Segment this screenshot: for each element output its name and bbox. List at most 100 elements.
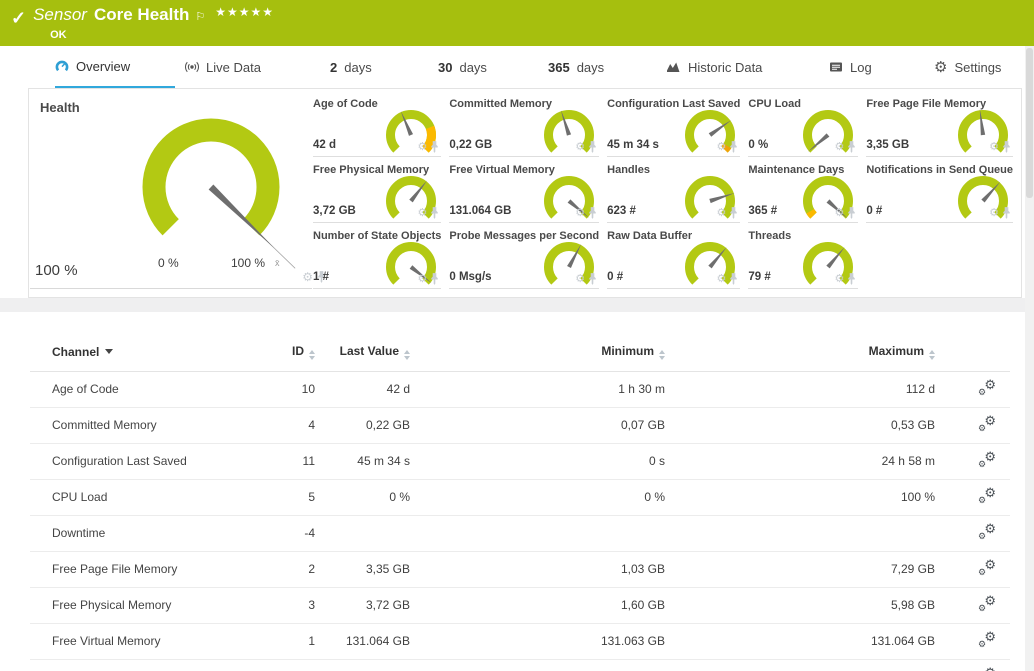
channel-name-cell[interactable]: Free Physical Memory (30, 588, 260, 624)
pin-icon[interactable] (729, 207, 738, 219)
gear-icon[interactable]: ⚙ (417, 274, 427, 285)
tab-bar: Overview Live Data 2 days 30 days 365 da… (0, 46, 1034, 88)
gear-icon[interactable]: ⚙ (717, 208, 727, 219)
mini-gauge-number-of-state-objects[interactable]: Number of State Objects 1 # ⚙ (313, 228, 441, 289)
pin-icon[interactable] (1002, 141, 1011, 153)
channel-name-cell[interactable]: Committed Memory (30, 408, 260, 444)
pin-icon[interactable] (847, 207, 856, 219)
channel-name-cell[interactable]: Free Virtual Memory (30, 624, 260, 660)
health-gauge-label: Health (40, 100, 80, 115)
tab-2-days[interactable]: 2 days (330, 46, 388, 88)
sort-desc-icon (105, 349, 113, 354)
pin-icon[interactable] (729, 273, 738, 285)
gear-icon[interactable]: ⚙ (575, 142, 585, 153)
mini-gauge-threads[interactable]: Threads 79 # ⚙ (748, 228, 858, 289)
gear-icon[interactable]: ⚙ (717, 142, 727, 153)
pin-icon[interactable] (430, 273, 439, 285)
column-header-id[interactable]: ID (260, 336, 315, 372)
channel-name-cell[interactable]: Age of Code (30, 372, 260, 408)
mini-gauge-probe-messages-per-second[interactable]: Probe Messages per Second 0 Msg/s ⚙ (449, 228, 599, 289)
channel-settings-icon[interactable]: ⚙⚙ (979, 560, 996, 575)
gear-icon[interactable]: ⚙ (302, 270, 313, 284)
channel-settings-icon[interactable]: ⚙⚙ (979, 416, 996, 431)
mini-gauge-committed-memory[interactable]: Committed Memory 0,22 GB ⚙ (449, 96, 599, 157)
mini-gauge-value: 131.064 GB (449, 205, 511, 217)
channel-name-cell[interactable]: Downtime (30, 516, 260, 552)
channel-minimum-cell: 1,60 GB (410, 588, 665, 624)
tab-overview[interactable]: Overview (55, 46, 175, 88)
channel-name-cell[interactable]: Free Page File Memory (30, 552, 260, 588)
channel-settings-icon[interactable]: ⚙⚙ (979, 452, 996, 467)
mini-gauge-notifications-in-send-queue[interactable]: Notifications in Send Queue 0 # ⚙ (866, 162, 1013, 223)
channel-settings-icon[interactable]: ⚙⚙ (979, 632, 996, 647)
pin-icon[interactable] (847, 141, 856, 153)
tab-historic-data[interactable]: Historic Data (666, 46, 774, 88)
gear-icon[interactable]: ⚙ (989, 208, 999, 219)
pin-icon[interactable] (430, 207, 439, 219)
channel-settings-icon[interactable]: ⚙⚙ (979, 488, 996, 503)
mini-gauge-free-virtual-memory[interactable]: Free Virtual Memory 131.064 GB ⚙ (449, 162, 599, 223)
mini-gauge-raw-data-buffer[interactable]: Raw Data Buffer 0 # ⚙ (607, 228, 740, 289)
channel-name-cell[interactable]: Handles (30, 660, 260, 671)
channel-minimum-cell: 131.063 GB (410, 624, 665, 660)
channel-settings-cell: ⚙⚙ (935, 516, 1010, 552)
tab-log[interactable]: Log (829, 46, 884, 88)
pin-icon[interactable] (588, 141, 597, 153)
pin-icon[interactable] (847, 273, 856, 285)
gear-icon[interactable]: ⚙ (417, 142, 427, 153)
column-header-minimum[interactable]: Minimum (410, 336, 665, 372)
priority-stars[interactable]: ★★★★★ (215, 5, 274, 19)
channel-settings-icon[interactable]: ⚙⚙ (979, 380, 996, 395)
flag-icon[interactable]: ⚐ (195, 10, 205, 23)
area-chart-icon (666, 60, 681, 74)
gear-icon[interactable]: ⚙ (834, 274, 844, 285)
mini-gauge-age-of-code[interactable]: Age of Code 42 d ⚙ (313, 96, 441, 157)
channel-id-cell: 6 (260, 660, 315, 671)
column-header-last-value[interactable]: Last Value (315, 336, 410, 372)
channel-name-cell[interactable]: CPU Load (30, 480, 260, 516)
mini-gauge-cpu-load[interactable]: CPU Load 0 % ⚙ (748, 96, 858, 157)
channel-settings-cell: ⚙⚙ (935, 552, 1010, 588)
mini-gauge-value: 0 % (748, 139, 768, 151)
channel-maximum-cell: 7,29 GB (665, 552, 935, 588)
mini-gauge-value: 623 # (607, 205, 636, 217)
mini-gauge-free-page-file-memory[interactable]: Free Page File Memory 3,35 GB ⚙ (866, 96, 1013, 157)
pin-icon[interactable] (588, 207, 597, 219)
gear-icon[interactable]: ⚙ (834, 142, 844, 153)
sort-icon (309, 350, 315, 360)
mini-gauge-maintenance-days[interactable]: Maintenance Days 365 # ⚙ (748, 162, 858, 223)
gear-icon[interactable]: ⚙ (575, 208, 585, 219)
broadcast-icon (185, 60, 199, 74)
channel-minimum-cell: 0 s (410, 444, 665, 480)
pin-icon[interactable] (430, 141, 439, 153)
pin-icon[interactable] (729, 141, 738, 153)
vertical-scrollbar[interactable] (1025, 46, 1034, 671)
mini-gauge-configuration-last-saved[interactable]: Configuration Last Saved 45 m 34 s ⚙ (607, 96, 740, 157)
tab-live-data[interactable]: Live Data (185, 46, 285, 88)
channel-name-cell[interactable]: Configuration Last Saved (30, 444, 260, 480)
gear-icon[interactable]: ⚙ (417, 208, 427, 219)
channel-last-value-cell (315, 516, 410, 552)
tab-365-days[interactable]: 365 days (548, 46, 616, 88)
gear-icon[interactable]: ⚙ (989, 142, 999, 153)
channel-id-cell: 11 (260, 444, 315, 480)
gear-icon[interactable]: ⚙ (717, 274, 727, 285)
gear-icon[interactable]: ⚙ (575, 274, 585, 285)
channel-maximum-cell (665, 516, 935, 552)
scrollbar-thumb[interactable] (1026, 48, 1033, 198)
column-header-maximum[interactable]: Maximum (665, 336, 935, 372)
gear-icon[interactable]: ⚙ (834, 208, 844, 219)
channel-table-section: Channel ID Last Value Minimum Maximum (0, 312, 1034, 671)
tab-settings[interactable]: ⚙ Settings (934, 46, 1009, 88)
channel-settings-icon[interactable]: ⚙⚙ (979, 524, 996, 539)
health-gauge-scale-min: 0 % (158, 256, 179, 270)
table-row: Committed Memory 4 0,22 GB 0,07 GB 0,53 … (30, 408, 1010, 444)
channel-settings-icon[interactable]: ⚙⚙ (979, 596, 996, 611)
mini-gauge-free-physical-memory[interactable]: Free Physical Memory 3,72 GB ⚙ (313, 162, 441, 223)
pin-icon[interactable] (1002, 207, 1011, 219)
column-header-channel[interactable]: Channel (30, 336, 260, 372)
mini-gauge-handles[interactable]: Handles 623 # ⚙ (607, 162, 740, 223)
table-row: Free Page File Memory 2 3,35 GB 1,03 GB … (30, 552, 1010, 588)
pin-icon[interactable] (588, 273, 597, 285)
tab-30-days[interactable]: 30 days (438, 46, 500, 88)
